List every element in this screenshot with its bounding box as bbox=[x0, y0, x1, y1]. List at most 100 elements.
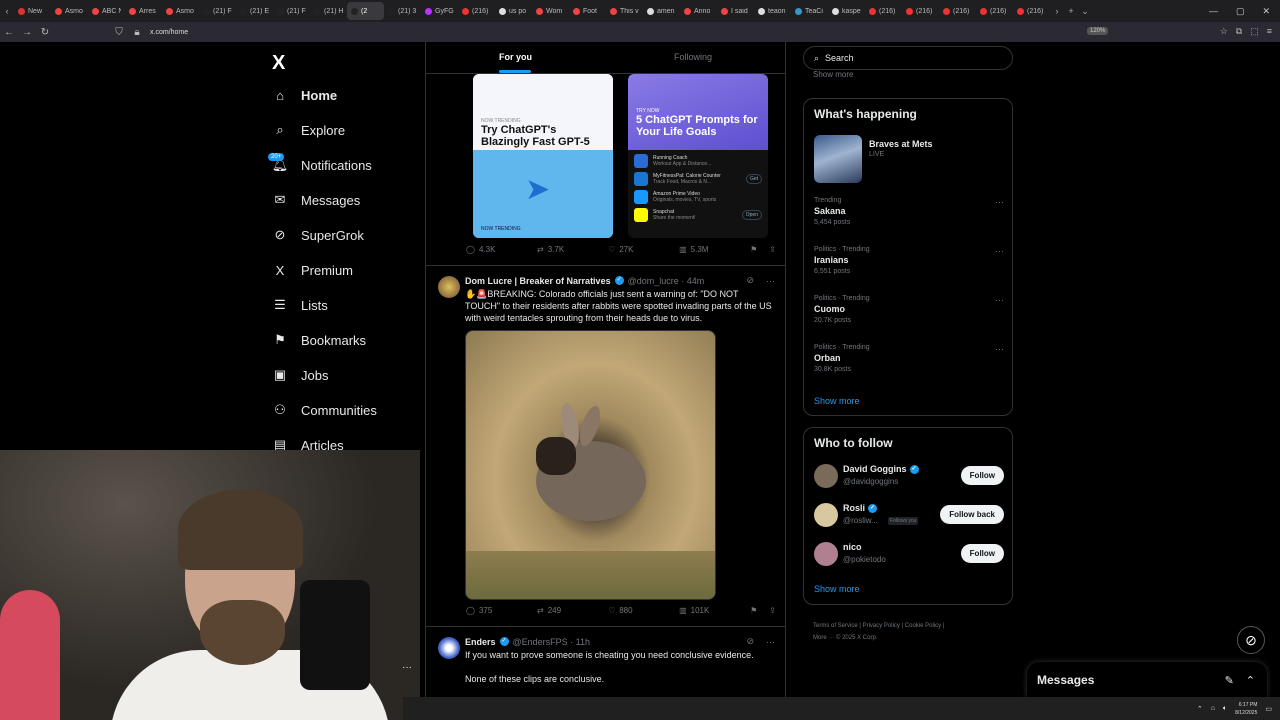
nav-item-notifications[interactable]: 🔔︎ Notifications bbox=[272, 154, 372, 176]
browser-tab[interactable]: Wom bbox=[532, 2, 569, 20]
nav-item-jobs[interactable]: ▣ Jobs bbox=[272, 364, 329, 386]
browser-tab[interactable]: ABC N bbox=[88, 2, 125, 20]
zoom-level[interactable]: 120% bbox=[1087, 27, 1109, 35]
trend-item[interactable]: Politics · Trending Iranians 6,551 posts ··… bbox=[814, 246, 1004, 275]
footer-line[interactable]: Terms of Service | Privacy Policy | Cook… bbox=[813, 620, 1013, 632]
reply-button[interactable]: ◯ 375 bbox=[466, 606, 537, 615]
grok-button[interactable]: ⊘ bbox=[1237, 626, 1265, 654]
back-button[interactable]: ← bbox=[0, 27, 18, 38]
browser-tab[interactable]: New bbox=[14, 2, 51, 20]
more-options-icon[interactable]: ··· bbox=[402, 662, 412, 673]
lock-icon[interactable]: 🔒︎ bbox=[128, 27, 146, 38]
close-window-button[interactable]: ✕ bbox=[1262, 6, 1270, 17]
browser-tab[interactable]: kaspe bbox=[828, 2, 865, 20]
forward-button[interactable]: → bbox=[18, 27, 36, 38]
x-logo[interactable]: X bbox=[272, 52, 285, 75]
browser-tab[interactable]: Foot bbox=[569, 2, 606, 20]
more-icon[interactable]: ··· bbox=[995, 295, 1004, 305]
trend-item[interactable]: Trending Sakana 5,454 posts ··· bbox=[814, 197, 1004, 226]
author-name[interactable]: Dom Lucre | Breaker of Narratives bbox=[465, 276, 611, 286]
expand-chevron-icon[interactable]: ⌃ bbox=[1246, 674, 1255, 687]
new-tab-button[interactable]: + bbox=[1064, 6, 1078, 16]
maximize-button[interactable]: ▢ bbox=[1236, 6, 1245, 17]
trend-item[interactable]: Politics · Trending Orban 30.8K posts ··· bbox=[814, 344, 1004, 373]
new-message-icon[interactable]: ✎ bbox=[1225, 674, 1234, 687]
nav-item-lists[interactable]: ☰ Lists bbox=[272, 294, 328, 316]
nav-item-messages[interactable]: ✉ Messages bbox=[272, 189, 361, 211]
more-icon[interactable]: ··· bbox=[995, 344, 1004, 354]
nav-item-home[interactable]: ⌂ Home bbox=[272, 84, 337, 106]
follow-suggestion[interactable]: Rosli ✓ @rosliw... Follows you Follow back bbox=[814, 501, 1004, 531]
promo-card[interactable]: NOW TRENDING Try ChatGPT's Blazingly Fas… bbox=[473, 74, 613, 238]
taskbar-clock[interactable]: 6:17 PM 8/12/2025 bbox=[1235, 701, 1257, 717]
browser-tab[interactable]: us po bbox=[495, 2, 532, 20]
footer-line[interactable]: More ··· © 2025 X Corp. bbox=[813, 632, 1013, 644]
avatar[interactable] bbox=[814, 464, 838, 488]
browser-tab[interactable]: (216) bbox=[458, 2, 495, 20]
author-handle[interactable]: @EndersFPS · 11h bbox=[513, 637, 591, 647]
promo-card[interactable]: TRY NOW 5 ChatGPT Prompts for Your Life … bbox=[628, 74, 768, 238]
avatar[interactable] bbox=[814, 542, 838, 566]
menu-icon[interactable]: ≡ bbox=[1267, 26, 1272, 37]
extension-icon[interactable]: ⬚ bbox=[1250, 26, 1259, 37]
app-row[interactable]: Running Coach Workout App & Distance... bbox=[634, 154, 762, 168]
bookmark-icon[interactable]: ⚑ bbox=[750, 606, 757, 615]
follow-suggestion[interactable]: David Goggins ✓ @davidgoggins Follow bbox=[814, 462, 1004, 492]
search-input[interactable]: ⌕ Search bbox=[803, 46, 1013, 70]
follow-suggestion[interactable]: nico @pokietodo Follow bbox=[814, 540, 1004, 570]
shield-icon[interactable]: ⛉ bbox=[110, 27, 128, 38]
browser-tab[interactable]: teaon bbox=[754, 2, 791, 20]
more-icon[interactable]: ··· bbox=[995, 246, 1004, 256]
grok-icon[interactable]: ⊘ bbox=[746, 636, 754, 647]
show-more-link[interactable]: Show more bbox=[814, 396, 860, 406]
browser-tab[interactable]: (21) H bbox=[310, 2, 347, 20]
reload-button[interactable]: ↻ bbox=[36, 27, 54, 38]
tab-list-chevron-icon[interactable]: ⌄ bbox=[1078, 6, 1092, 17]
like-button[interactable]: ♡ 27K bbox=[608, 245, 679, 254]
browser-tab[interactable]: (216) bbox=[902, 2, 939, 20]
browser-tab[interactable]: Anno bbox=[680, 2, 717, 20]
app-action-button[interactable]: Open bbox=[741, 210, 762, 220]
views-button[interactable]: ▥ 101K bbox=[679, 606, 750, 615]
browser-tab[interactable]: (21) F bbox=[199, 2, 236, 20]
trend-item[interactable]: Politics · Trending Cuomo 20.7K posts ··· bbox=[814, 295, 1004, 324]
author-name[interactable]: Enders bbox=[465, 637, 496, 647]
live-event[interactable]: Braves at Mets LIVE bbox=[814, 135, 1004, 183]
post-image[interactable] bbox=[465, 330, 716, 600]
browser-tab[interactable]: This v bbox=[606, 2, 643, 20]
grok-icon[interactable]: ⊘ bbox=[746, 275, 754, 286]
tab-following[interactable]: Following bbox=[674, 52, 712, 62]
nav-item-premium[interactable]: X Premium bbox=[272, 259, 353, 281]
browser-tab[interactable]: (21) E bbox=[236, 2, 273, 20]
app-row[interactable]: Amazon Prime Video Originals, movies, TV,… bbox=[634, 190, 762, 204]
show-more-link[interactable]: Show more bbox=[814, 584, 860, 594]
nav-item-supergrok[interactable]: ⊘ SuperGrok bbox=[272, 224, 364, 246]
author-handle[interactable]: @dom_lucre · 44m bbox=[628, 276, 705, 286]
tab-for-you[interactable]: For you bbox=[499, 52, 532, 62]
browser-tab[interactable]: (2 bbox=[347, 2, 384, 20]
avatar[interactable] bbox=[814, 503, 838, 527]
browser-tab[interactable]: I said bbox=[717, 2, 754, 20]
share-icon[interactable]: ⇪ bbox=[769, 606, 776, 615]
browser-tab[interactable]: TeaCi bbox=[791, 2, 828, 20]
browser-tab[interactable]: (216) bbox=[865, 2, 902, 20]
bookmark-icon[interactable]: ⚑ bbox=[750, 245, 757, 254]
views-button[interactable]: ▥ 5.3M bbox=[679, 245, 750, 254]
tab-scroll-right-icon[interactable]: › bbox=[1050, 6, 1064, 16]
post[interactable]: Dom Lucre | Breaker of Narratives ✓ @dom… bbox=[426, 265, 785, 625]
browser-tab[interactable]: (216) bbox=[976, 2, 1013, 20]
browser-tab[interactable]: (21) 3 bbox=[384, 2, 421, 20]
follow-button[interactable]: Follow back bbox=[940, 505, 1004, 524]
reply-button[interactable]: ◯ 4.3K bbox=[466, 245, 537, 254]
more-icon[interactable]: ··· bbox=[766, 276, 775, 286]
browser-tab[interactable]: Asmo bbox=[51, 2, 88, 20]
browser-tab[interactable]: amen bbox=[643, 2, 680, 20]
like-button[interactable]: ♡ 880 bbox=[608, 606, 679, 615]
app-action-button[interactable]: Get bbox=[745, 174, 762, 184]
tray-chevron-icon[interactable]: ⌃ bbox=[1197, 705, 1203, 713]
repost-button[interactable]: ⇄ 3.7K bbox=[537, 245, 608, 254]
nav-item-explore[interactable]: ⌕ Explore bbox=[272, 119, 345, 141]
browser-tab[interactable]: Arres bbox=[125, 2, 162, 20]
browser-tab[interactable]: Asmo bbox=[162, 2, 199, 20]
nav-item-bookmarks[interactable]: ⚑ Bookmarks bbox=[272, 329, 366, 351]
